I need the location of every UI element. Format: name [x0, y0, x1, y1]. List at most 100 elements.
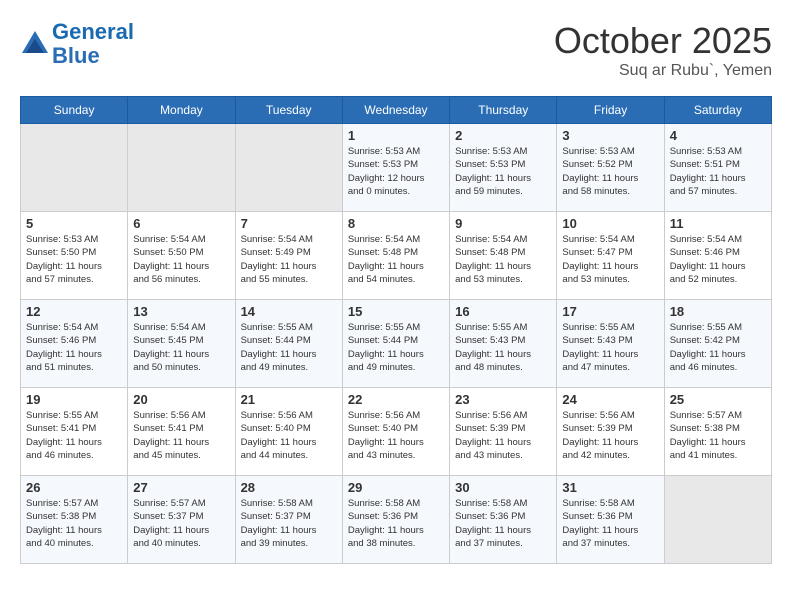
weekday-header-thursday: Thursday — [450, 97, 557, 124]
calendar-week-1: 1 Sunrise: 5:53 AM Sunset: 5:53 PM Daylig… — [21, 124, 772, 212]
location-subtitle: Suq ar Rubu`, Yemen — [554, 62, 772, 80]
calendar-cell: 11Sunrise: 5:54 AM Sunset: 5:46 PM Dayli… — [664, 212, 771, 300]
calendar-cell: 17 Sunrise: 5:55 AM Sunset: 5:43 PM Dayli… — [557, 300, 664, 388]
weekday-header-row: SundayMondayTuesdayWednesdayThursdayFrid… — [21, 97, 772, 124]
calendar-cell: 5 Sunrise: 5:53 AM Sunset: 5:50 PM Daylig… — [21, 212, 128, 300]
day-number: 17 — [562, 304, 658, 319]
weekday-header-friday: Friday — [557, 97, 664, 124]
day-number: 21 — [241, 392, 337, 407]
day-info: Sunrise: 5:54 AM Sunset: 5:46 PM Dayligh… — [670, 233, 766, 286]
day-number: 31 — [562, 480, 658, 495]
day-number: 16 — [455, 304, 551, 319]
day-number: 14 — [241, 304, 337, 319]
calendar-cell: 6Sunrise: 5:54 AM Sunset: 5:50 PM Daylig… — [128, 212, 235, 300]
calendar-cell: 24Sunrise: 5:56 AM Sunset: 5:39 PM Dayli… — [557, 388, 664, 476]
day-number: 22 — [348, 392, 444, 407]
day-number: 4 — [670, 128, 766, 143]
day-info: Sunrise: 5:56 AM Sunset: 5:40 PM Dayligh… — [241, 409, 337, 462]
calendar-cell: 25 Sunrise: 5:57 AM Sunset: 5:38 PM Dayli… — [664, 388, 771, 476]
calendar-cell: 31 Sunrise: 5:58 AM Sunset: 5:36 PM Dayli… — [557, 476, 664, 564]
calendar-cell: 27Sunrise: 5:57 AM Sunset: 5:37 PM Dayli… — [128, 476, 235, 564]
day-number: 27 — [133, 480, 229, 495]
weekday-header-tuesday: Tuesday — [235, 97, 342, 124]
weekday-header-sunday: Sunday — [21, 97, 128, 124]
logo-general: General — [52, 19, 134, 44]
day-number: 9 — [455, 216, 551, 231]
day-number: 28 — [241, 480, 337, 495]
calendar-cell: 9 Sunrise: 5:54 AM Sunset: 5:48 PM Daylig… — [450, 212, 557, 300]
calendar-week-3: 12 Sunrise: 5:54 AM Sunset: 5:46 PM Dayli… — [21, 300, 772, 388]
day-info: Sunrise: 5:53 AM Sunset: 5:50 PM Dayligh… — [26, 233, 122, 286]
day-number: 5 — [26, 216, 122, 231]
month-title: October 2025 — [554, 20, 772, 62]
day-info: Sunrise: 5:53 AM Sunset: 5:51 PM Dayligh… — [670, 145, 766, 198]
day-number: 19 — [26, 392, 122, 407]
day-number: 29 — [348, 480, 444, 495]
calendar-cell: 1 Sunrise: 5:53 AM Sunset: 5:53 PM Daylig… — [342, 124, 449, 212]
day-info: Sunrise: 5:53 AM Sunset: 5:53 PM Dayligh… — [348, 145, 444, 198]
title-block: October 2025 Suq ar Rubu`, Yemen — [554, 20, 772, 80]
calendar-cell: 16 Sunrise: 5:55 AM Sunset: 5:43 PM Dayli… — [450, 300, 557, 388]
day-number: 20 — [133, 392, 229, 407]
day-info: Sunrise: 5:56 AM Sunset: 5:41 PM Dayligh… — [133, 409, 229, 462]
day-number: 1 — [348, 128, 444, 143]
calendar-cell — [21, 124, 128, 212]
day-info: Sunrise: 5:58 AM Sunset: 5:36 PM Dayligh… — [562, 497, 658, 550]
calendar-cell: 20 Sunrise: 5:56 AM Sunset: 5:41 PM Dayli… — [128, 388, 235, 476]
day-info: Sunrise: 5:55 AM Sunset: 5:43 PM Dayligh… — [455, 321, 551, 374]
calendar-body: 1 Sunrise: 5:53 AM Sunset: 5:53 PM Daylig… — [21, 124, 772, 564]
day-number: 6 — [133, 216, 229, 231]
day-info: Sunrise: 5:54 AM Sunset: 5:49 PM Dayligh… — [241, 233, 337, 286]
calendar-cell: 22 Sunrise: 5:56 AM Sunset: 5:40 PM Dayli… — [342, 388, 449, 476]
day-info: Sunrise: 5:55 AM Sunset: 5:42 PM Dayligh… — [670, 321, 766, 374]
calendar-cell: 29Sunrise: 5:58 AM Sunset: 5:36 PM Dayli… — [342, 476, 449, 564]
day-number: 26 — [26, 480, 122, 495]
logo-blue: Blue — [52, 43, 100, 68]
logo-icon — [20, 29, 50, 59]
day-number: 18 — [670, 304, 766, 319]
calendar-cell: 4 Sunrise: 5:53 AM Sunset: 5:51 PM Daylig… — [664, 124, 771, 212]
day-info: Sunrise: 5:53 AM Sunset: 5:53 PM Dayligh… — [455, 145, 551, 198]
day-info: Sunrise: 5:55 AM Sunset: 5:44 PM Dayligh… — [348, 321, 444, 374]
day-number: 30 — [455, 480, 551, 495]
day-number: 25 — [670, 392, 766, 407]
calendar-cell: 18 Sunrise: 5:55 AM Sunset: 5:42 PM Dayli… — [664, 300, 771, 388]
day-info: Sunrise: 5:54 AM Sunset: 5:46 PM Dayligh… — [26, 321, 122, 374]
weekday-header-saturday: Saturday — [664, 97, 771, 124]
day-info: Sunrise: 5:57 AM Sunset: 5:38 PM Dayligh… — [670, 409, 766, 462]
calendar-week-4: 19 Sunrise: 5:55 AM Sunset: 5:41 PM Dayli… — [21, 388, 772, 476]
day-number: 8 — [348, 216, 444, 231]
calendar-cell: 28Sunrise: 5:58 AM Sunset: 5:37 PM Dayli… — [235, 476, 342, 564]
day-info: Sunrise: 5:54 AM Sunset: 5:47 PM Dayligh… — [562, 233, 658, 286]
calendar-cell — [128, 124, 235, 212]
calendar-cell: 8 Sunrise: 5:54 AM Sunset: 5:48 PM Daylig… — [342, 212, 449, 300]
calendar-cell: 13Sunrise: 5:54 AM Sunset: 5:45 PM Dayli… — [128, 300, 235, 388]
calendar-cell: 14Sunrise: 5:55 AM Sunset: 5:44 PM Dayli… — [235, 300, 342, 388]
day-number: 23 — [455, 392, 551, 407]
calendar-cell: 12 Sunrise: 5:54 AM Sunset: 5:46 PM Dayli… — [21, 300, 128, 388]
calendar-table: SundayMondayTuesdayWednesdayThursdayFrid… — [20, 96, 772, 564]
calendar-cell: 2 Sunrise: 5:53 AM Sunset: 5:53 PM Daylig… — [450, 124, 557, 212]
calendar-header: SundayMondayTuesdayWednesdayThursdayFrid… — [21, 97, 772, 124]
day-info: Sunrise: 5:55 AM Sunset: 5:43 PM Dayligh… — [562, 321, 658, 374]
day-info: Sunrise: 5:54 AM Sunset: 5:45 PM Dayligh… — [133, 321, 229, 374]
day-info: Sunrise: 5:58 AM Sunset: 5:36 PM Dayligh… — [455, 497, 551, 550]
calendar-cell: 21 Sunrise: 5:56 AM Sunset: 5:40 PM Dayli… — [235, 388, 342, 476]
calendar-week-5: 26Sunrise: 5:57 AM Sunset: 5:38 PM Dayli… — [21, 476, 772, 564]
day-number: 2 — [455, 128, 551, 143]
day-info: Sunrise: 5:56 AM Sunset: 5:40 PM Dayligh… — [348, 409, 444, 462]
calendar-cell: 15 Sunrise: 5:55 AM Sunset: 5:44 PM Dayli… — [342, 300, 449, 388]
calendar-cell: 23Sunrise: 5:56 AM Sunset: 5:39 PM Dayli… — [450, 388, 557, 476]
day-info: Sunrise: 5:55 AM Sunset: 5:41 PM Dayligh… — [26, 409, 122, 462]
day-info: Sunrise: 5:54 AM Sunset: 5:48 PM Dayligh… — [348, 233, 444, 286]
page-header: General Blue October 2025 Suq ar Rubu`, … — [20, 20, 772, 80]
day-number: 12 — [26, 304, 122, 319]
day-number: 10 — [562, 216, 658, 231]
calendar-cell: 19 Sunrise: 5:55 AM Sunset: 5:41 PM Dayli… — [21, 388, 128, 476]
day-info: Sunrise: 5:53 AM Sunset: 5:52 PM Dayligh… — [562, 145, 658, 198]
day-info: Sunrise: 5:56 AM Sunset: 5:39 PM Dayligh… — [562, 409, 658, 462]
calendar-cell: 10 Sunrise: 5:54 AM Sunset: 5:47 PM Dayli… — [557, 212, 664, 300]
day-number: 15 — [348, 304, 444, 319]
day-info: Sunrise: 5:54 AM Sunset: 5:48 PM Dayligh… — [455, 233, 551, 286]
day-number: 3 — [562, 128, 658, 143]
